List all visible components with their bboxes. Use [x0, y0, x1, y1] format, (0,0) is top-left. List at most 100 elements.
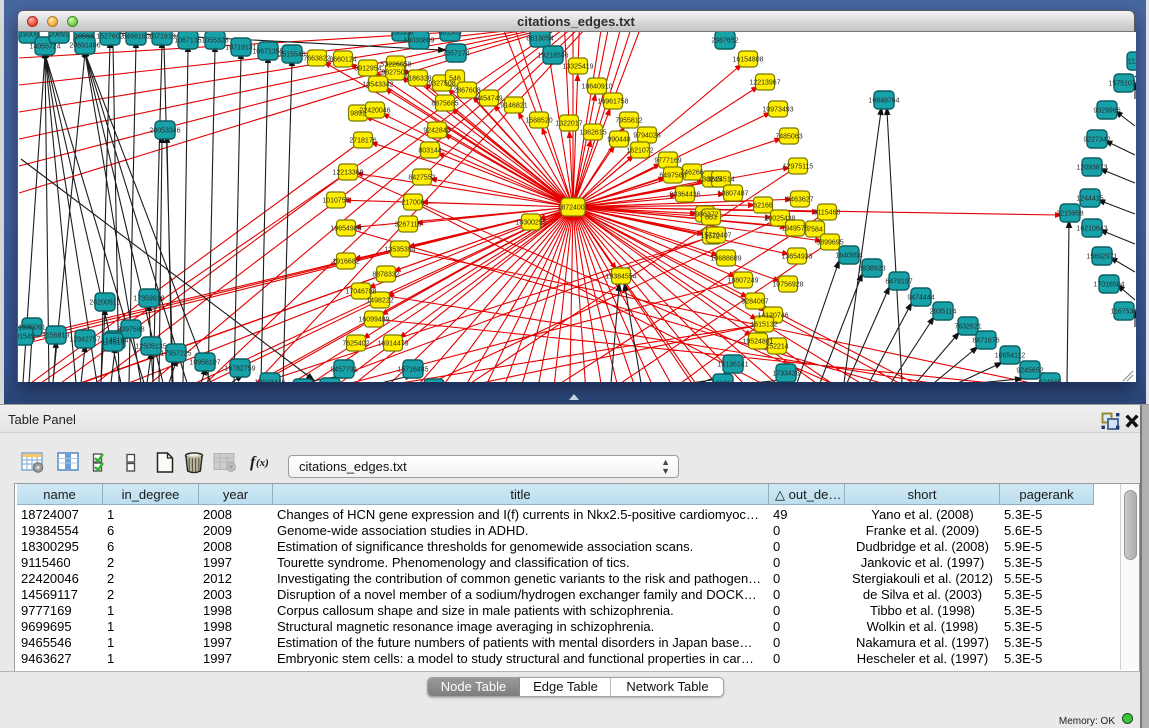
- svg-text:9146821: 9146821: [500, 103, 527, 110]
- svg-text:114519: 114519: [102, 340, 125, 347]
- svg-text:2867608: 2867608: [453, 88, 480, 95]
- svg-text:16210643: 16210643: [1076, 226, 1107, 233]
- svg-text:2718176: 2718176: [349, 138, 376, 145]
- svg-text:18300295: 18300295: [515, 220, 546, 227]
- svg-text:9474444: 9474444: [907, 295, 934, 302]
- svg-text:20364436: 20364436: [669, 192, 700, 199]
- svg-text:17957225: 17957225: [160, 351, 191, 358]
- svg-text:1156819: 1156819: [43, 333, 70, 340]
- svg-text:7625402: 7625402: [342, 341, 369, 348]
- svg-text:16848764: 16848764: [868, 98, 899, 105]
- svg-text:9457791: 9457791: [330, 367, 357, 374]
- svg-text:9794028: 9794028: [633, 133, 660, 140]
- svg-text:16099489: 16099489: [358, 317, 389, 324]
- svg-text:1362615: 1362615: [579, 130, 606, 137]
- svg-text:53226058: 53226058: [380, 62, 411, 69]
- svg-text:15751074: 15751074: [1108, 81, 1136, 88]
- svg-text:1010755: 1010755: [322, 198, 349, 205]
- svg-text:1621072: 1621072: [626, 148, 653, 155]
- svg-text:10688609: 10688609: [710, 256, 741, 263]
- svg-text:18724007: 18724007: [557, 205, 588, 212]
- svg-text:8454749: 8454749: [475, 96, 502, 103]
- svg-text:252214: 252214: [765, 344, 788, 351]
- svg-text:8912954: 8912954: [354, 66, 381, 73]
- svg-text:3215958: 3215958: [1056, 211, 1083, 218]
- svg-text:19654988: 19654988: [330, 226, 361, 233]
- svg-text:6466160: 6466160: [122, 34, 149, 41]
- svg-text:15720407: 15720407: [700, 233, 731, 240]
- svg-text:10025438: 10025438: [764, 216, 795, 223]
- svg-text:7955812: 7955812: [615, 118, 642, 125]
- svg-text:1244415: 1244415: [1076, 196, 1103, 203]
- svg-text:10654112: 10654112: [995, 353, 1026, 360]
- svg-text:8875685: 8875685: [431, 101, 458, 108]
- svg-text:1527602: 1527602: [96, 34, 123, 41]
- svg-text:18640910: 18640910: [581, 84, 612, 91]
- svg-text:9115460: 9115460: [814, 210, 841, 217]
- svg-text:17359918: 17359918: [133, 296, 164, 303]
- svg-text:924565: 924565: [1038, 380, 1061, 383]
- svg-text:12505135: 12505135: [135, 344, 166, 351]
- svg-text:1949575: 1949575: [781, 226, 808, 233]
- svg-text:19309: 19309: [19, 32, 39, 39]
- svg-text:1588520: 1588520: [525, 118, 552, 125]
- svg-text:7663822: 7663822: [303, 56, 330, 63]
- svg-text:15716485: 15716485: [397, 367, 428, 374]
- svg-text:17016504: 17016504: [1093, 282, 1124, 289]
- svg-text:16154808: 16154808: [732, 57, 763, 64]
- svg-text:10807487: 10807487: [717, 191, 748, 198]
- svg-text:1167534: 1167534: [1111, 309, 1136, 316]
- svg-text:217006: 217006: [401, 200, 424, 207]
- svg-text:15692971: 15692971: [1086, 254, 1117, 261]
- svg-text:20691406: 20691406: [69, 43, 100, 50]
- svg-text:9777169: 9777169: [654, 158, 681, 165]
- svg-text:141361: 141361: [711, 381, 734, 383]
- svg-text:17046788: 17046788: [345, 289, 376, 296]
- svg-text:20891: 20891: [49, 32, 69, 39]
- svg-text:990448: 990448: [607, 137, 630, 144]
- svg-text:12942757: 12942757: [69, 337, 100, 344]
- svg-text:14120746: 14120746: [757, 313, 788, 320]
- svg-text:1640954: 1640954: [835, 253, 862, 260]
- svg-text:1615132: 1615132: [750, 322, 777, 329]
- svg-text:7584: 7584: [807, 227, 823, 234]
- svg-text:803144: 803144: [418, 148, 441, 155]
- svg-text:10553: 10553: [74, 34, 94, 41]
- svg-text:881305: 881305: [438, 32, 461, 37]
- svg-text:160338: 160338: [390, 32, 413, 37]
- svg-text:62166: 62166: [753, 203, 773, 210]
- svg-text:8813054: 8813054: [526, 36, 553, 43]
- svg-text:1322017: 1322017: [555, 121, 582, 128]
- svg-text:391549: 391549: [18, 334, 35, 341]
- svg-text:6479197: 6479197: [885, 279, 912, 286]
- svg-text:20200516: 20200516: [89, 300, 120, 307]
- svg-text:7632621: 7632621: [954, 324, 981, 331]
- svg-text:16961758: 16961758: [597, 99, 628, 106]
- svg-text:13325419: 13325419: [562, 64, 593, 71]
- svg-text:2935114: 2935114: [930, 309, 957, 316]
- svg-text:9899695: 9899695: [816, 240, 843, 247]
- svg-text:10543342: 10543342: [362, 82, 393, 89]
- svg-text:2987652: 2987652: [711, 38, 738, 45]
- svg-text:3267110: 3267110: [395, 222, 422, 229]
- svg-text:9397588: 9397588: [117, 327, 144, 334]
- svg-text:9245652: 9245652: [1016, 368, 1043, 375]
- svg-text:12213369: 12213369: [332, 170, 363, 177]
- svg-text:12093873: 12093873: [1076, 165, 1107, 172]
- svg-text:9463627: 9463627: [786, 197, 813, 204]
- svg-text:746266: 746266: [680, 170, 703, 177]
- svg-text:13535394: 13535394: [384, 247, 415, 254]
- svg-text:10958107: 10958107: [189, 360, 220, 367]
- svg-text:8427552: 8427552: [408, 175, 435, 182]
- svg-text:7357274: 7357274: [442, 51, 469, 58]
- svg-text:12213967: 12213967: [749, 80, 780, 87]
- svg-text:1067135: 1067135: [174, 38, 201, 45]
- svg-text:19384554: 19384554: [605, 274, 636, 281]
- svg-text:1055328: 1055328: [201, 38, 228, 45]
- svg-text:20053346: 20053346: [149, 128, 180, 135]
- svg-text:1916682: 1916682: [332, 259, 359, 266]
- svg-text:(x): (x): [256, 457, 269, 469]
- svg-text:863: 863: [705, 215, 717, 222]
- svg-text:9227342: 9227342: [1083, 137, 1110, 144]
- svg-text:7485063: 7485063: [775, 134, 802, 141]
